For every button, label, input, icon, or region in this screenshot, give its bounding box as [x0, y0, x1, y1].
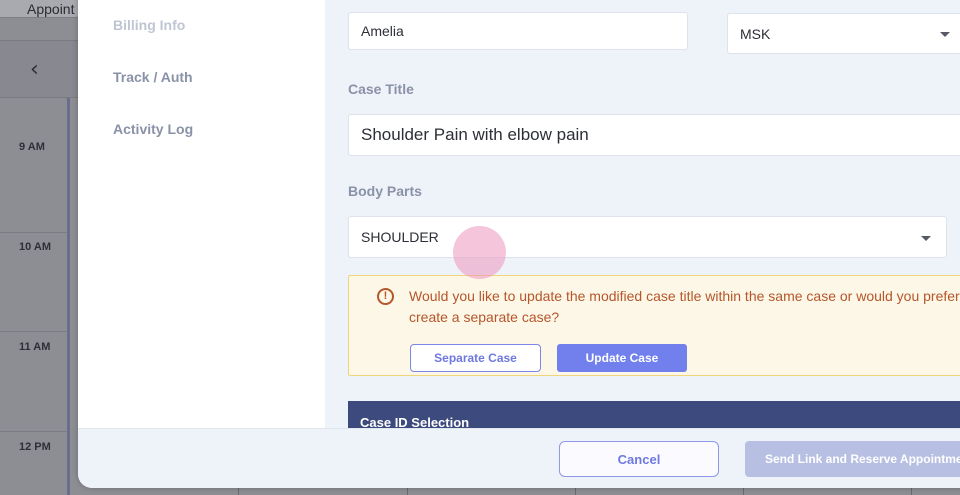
sidebar-item-billing-info[interactable]: Billing Info [113, 17, 185, 33]
body-parts-select[interactable]: SHOULDER [348, 216, 947, 258]
modal-sidebar: Billing Info Track / Auth Activity Log [78, 0, 325, 428]
sidebar-item-activity-log[interactable]: Activity Log [113, 121, 193, 137]
first-name-value: Amelia [361, 23, 404, 39]
chevron-left-icon[interactable]: ‹ [30, 57, 39, 82]
modal-content: Amelia MSK Case Title Shoulder Pain with… [325, 0, 960, 441]
current-time-indicator [67, 98, 70, 495]
case-type-value: MSK [740, 25, 771, 42]
click-indicator [453, 226, 506, 279]
update-case-button[interactable]: Update Case [557, 344, 687, 372]
case-title-label: Case Title [348, 81, 414, 97]
time-slot-label: 10 AM [19, 241, 51, 253]
time-divider [0, 232, 70, 233]
grid-line [575, 488, 576, 495]
time-slot-label: 11 AM [19, 341, 51, 353]
grid-line [743, 488, 744, 495]
body-parts-value: SHOULDER [361, 229, 439, 245]
send-link-reserve-button[interactable]: Send Link and Reserve Appointment [745, 441, 960, 477]
time-slot-label: 12 PM [19, 441, 51, 453]
modal-footer: Cancel Send Link and Reserve Appointment [78, 428, 960, 488]
case-modal: Billing Info Track / Auth Activity Log A… [78, 0, 960, 488]
time-slot-label: 9 AM [19, 141, 45, 153]
alert-message: Would you like to update the modified ca… [409, 288, 960, 325]
case-type-select[interactable]: MSK [727, 13, 960, 54]
appointment-tab[interactable]: Appoint [0, 0, 80, 18]
grid-line [238, 488, 239, 495]
time-divider [0, 331, 70, 332]
cancel-button[interactable]: Cancel [559, 441, 719, 477]
calendar-nav-bar [0, 40, 78, 98]
separate-case-button[interactable]: Separate Case [410, 344, 541, 372]
body-parts-label: Body Parts [348, 183, 422, 199]
time-divider [0, 431, 70, 432]
grid-line [407, 488, 408, 495]
case-title-input[interactable]: Shoulder Pain with elbow pain [348, 114, 960, 156]
grid-line [911, 488, 912, 495]
chevron-down-icon [940, 32, 950, 37]
sidebar-item-track-auth[interactable]: Track / Auth [113, 69, 193, 85]
first-name-field[interactable]: Amelia [348, 12, 688, 50]
case-title-alert: ! Would you like to update the modified … [348, 275, 960, 376]
chevron-down-icon [921, 236, 931, 241]
alert-circle-icon: ! [377, 288, 394, 305]
case-title-value: Shoulder Pain with elbow pain [361, 125, 589, 144]
